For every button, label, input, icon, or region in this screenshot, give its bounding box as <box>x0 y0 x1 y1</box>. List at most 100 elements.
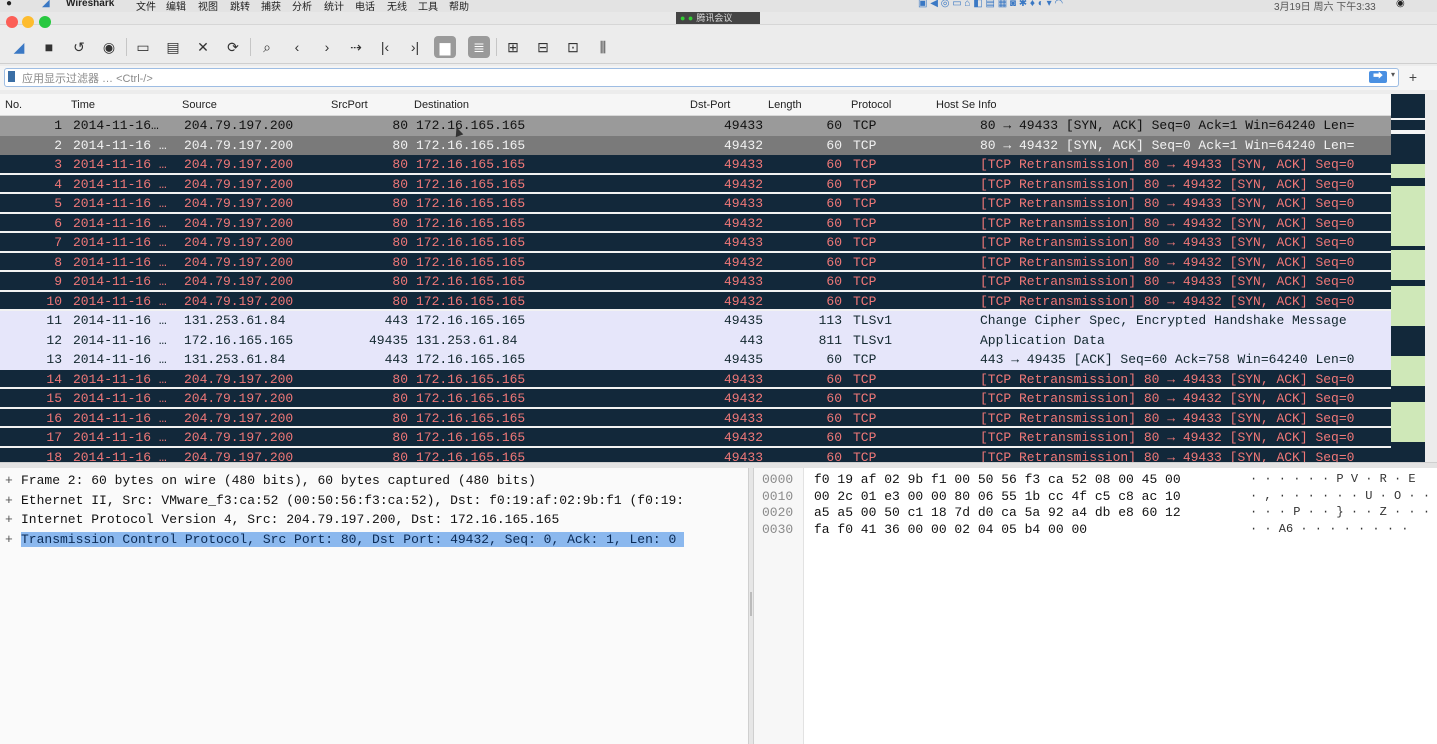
col-time[interactable]: Time <box>71 99 95 111</box>
apple-icon[interactable]: ● <box>6 0 12 9</box>
capture-options-icon[interactable]: ◉ <box>98 36 120 58</box>
zoom-window-icon[interactable] <box>39 16 51 28</box>
col-length[interactable]: Length <box>768 99 802 111</box>
close-window-icon[interactable] <box>6 16 18 28</box>
stop-capture-icon[interactable]: ■ <box>38 36 60 58</box>
packet-cell-dst: 172.16.165.165 <box>416 196 526 211</box>
packet-row[interactable]: 7 2014-11-16 … 204.79.197.200 80 172.16.165.… <box>0 233 1391 253</box>
expand-toggle-icon[interactable]: + <box>5 473 13 488</box>
detail-tree-item[interactable]: + Transmission Control Protocol, Src Port… <box>0 530 748 550</box>
colorize-icon[interactable]: ≣ <box>468 36 490 58</box>
menu-go[interactable]: 跳转 <box>230 0 250 12</box>
first-packet-icon[interactable]: |‹ <box>374 36 396 58</box>
menu-analyze[interactable]: 分析 <box>292 0 312 12</box>
minimize-window-icon[interactable] <box>22 16 34 28</box>
display-filter-input[interactable] <box>4 68 1399 87</box>
packet-bytes[interactable]: 0000 f0 19 af 02 9b f1 00 50 56 f3 ca 52 … <box>754 468 1437 744</box>
zoom-out-icon[interactable]: ⊟ <box>532 36 554 58</box>
packet-cell-proto: TCP <box>853 118 877 133</box>
expand-toggle-icon[interactable]: + <box>5 512 13 527</box>
packet-row[interactable]: 12 2014-11-16 … 172.16.165.165 49435 131.253… <box>0 330 1391 350</box>
packet-row[interactable]: 13 2014-11-16 … 131.253.61.84 443 172.16.165… <box>0 350 1391 370</box>
packet-list[interactable]: No. Time Source SrcPort Destination Dst-… <box>0 94 1391 462</box>
col-dstport[interactable]: Dst-Port <box>690 99 730 111</box>
apply-filter-button[interactable]: ⮕ <box>1369 71 1387 83</box>
menu-help[interactable]: 帮助 <box>449 0 469 12</box>
open-file-icon[interactable]: ▭ <box>132 36 154 58</box>
menu-tools[interactable]: 工具 <box>418 0 438 12</box>
packet-row[interactable]: 16 2014-11-16 … 204.79.197.200 80 172.16.165… <box>0 408 1391 428</box>
close-file-icon[interactable]: ✕ <box>192 36 214 58</box>
col-destination[interactable]: Destination <box>414 99 469 111</box>
hex-dump-ascii: · , · · · · · · U · O · · · · <box>1250 488 1437 503</box>
packet-cell-no: 6 <box>54 215 62 231</box>
packet-cell-time: 2014-11-16 … <box>73 274 167 289</box>
find-packet-icon[interactable]: ⌕ <box>256 36 278 58</box>
packet-cell-src: 131.253.61.84 <box>184 313 286 328</box>
packet-cell-dport: 49433 <box>723 274 763 289</box>
packet-row[interactable]: 8 2014-11-16 … 204.79.197.200 80 172.16.165.… <box>0 252 1391 272</box>
normal-size-icon[interactable]: ⊡ <box>562 36 584 58</box>
add-filter-button[interactable]: + <box>1405 68 1421 87</box>
detail-tree-item[interactable]: + Ethernet II, Src: VMware_f3:ca:52 (00:5… <box>0 491 748 511</box>
packet-row[interactable]: 4 2014-11-16 … 204.79.197.200 80 172.16.165.… <box>0 174 1391 194</box>
packet-cell-no: 13 <box>46 352 62 367</box>
packet-cell-dst: 172.16.165.165 <box>416 293 526 309</box>
packet-cell-sport: 49435 <box>368 332 408 348</box>
menu-app-name[interactable]: Wireshark <box>66 0 114 9</box>
col-protocol[interactable]: Protocol <box>851 99 891 111</box>
packet-row[interactable]: 15 2014-11-16 … 204.79.197.200 80 172.16.165… <box>0 389 1391 409</box>
menu-statistics[interactable]: 统计 <box>324 0 344 12</box>
status-tray-icons[interactable]: ▣ ◀ ◎ ▭ ⌂ ◧ ▤ ▦ ◙ ✱ ♦ ◐ ▾ ◠ <box>918 0 1063 9</box>
packet-cell-no: 5 <box>54 196 62 211</box>
packet-row[interactable]: 10 2014-11-16 … 204.79.197.200 80 172.16.165… <box>0 291 1391 311</box>
packet-cell-no: 3 <box>54 157 62 172</box>
col-info[interactable]: Host Se Info <box>936 99 997 111</box>
restart-capture-icon[interactable]: ↺ <box>68 36 90 58</box>
menu-file[interactable]: 文件 <box>136 0 156 12</box>
packet-row[interactable]: 5 2014-11-16 … 204.79.197.200 80 172.16.165.… <box>0 194 1391 214</box>
col-source[interactable]: Source <box>182 99 217 111</box>
packet-row[interactable]: 17 2014-11-16 … 204.79.197.200 80 172.16.165… <box>0 428 1391 448</box>
autoscroll-icon[interactable]: ▆ <box>434 36 456 58</box>
meeting-banner[interactable]: ● ● 腾讯会议 <box>676 12 760 24</box>
packet-row[interactable]: 3 2014-11-16 … 204.79.197.200 80 172.16.165.… <box>0 155 1391 175</box>
packet-minimap[interactable] <box>1391 94 1425 462</box>
go-forward-icon[interactable]: › <box>316 36 338 58</box>
menu-view[interactable]: 视图 <box>198 0 218 12</box>
save-file-icon[interactable]: ▤ <box>162 36 184 58</box>
packet-list-header: No. Time Source SrcPort Destination Dst-… <box>0 94 1391 116</box>
detail-tree-item[interactable]: + Internet Protocol Version 4, Src: 204.7… <box>0 510 748 530</box>
filter-bookmark-icon[interactable] <box>8 71 15 82</box>
packet-cell-sport: 443 <box>384 313 408 328</box>
packet-cell-len: 113 <box>818 313 842 328</box>
col-srcport[interactable]: SrcPort <box>331 99 368 111</box>
packet-cell-dst: 172.16.165.165 <box>416 274 526 289</box>
menu-wireless[interactable]: 无线 <box>387 0 407 12</box>
expand-toggle-icon[interactable]: + <box>5 493 13 508</box>
packet-row[interactable]: 11 2014-11-16 … 131.253.61.84 443 172.16.165… <box>0 311 1391 331</box>
resize-columns-icon[interactable]: ⫼ <box>592 36 614 58</box>
notification-icon[interactable]: ◉ <box>1396 0 1405 9</box>
zoom-in-icon[interactable]: ⊞ <box>502 36 524 58</box>
last-packet-icon[interactable]: ›| <box>404 36 426 58</box>
packet-details[interactable]: + Frame 2: 60 bytes on wire (480 bits), 6… <box>0 468 748 744</box>
packet-row[interactable]: 1 2014-11-16… 204.79.197.200 80 172.16.165.1… <box>0 116 1391 136</box>
detail-tree-item[interactable]: + Frame 2: 60 bytes on wire (480 bits), 6… <box>0 471 748 491</box>
menu-capture[interactable]: 捕获 <box>261 0 281 12</box>
packet-row[interactable]: 18 2014-11-16 … 204.79.197.200 80 172.16.165… <box>0 447 1391 462</box>
packet-row[interactable]: 9 2014-11-16 … 204.79.197.200 80 172.16.165.… <box>0 272 1391 292</box>
packet-row[interactable]: 14 2014-11-16 … 204.79.197.200 80 172.16.165… <box>0 369 1391 389</box>
col-no[interactable]: No. <box>5 99 22 111</box>
expand-toggle-icon[interactable]: + <box>5 532 13 547</box>
menu-telephony[interactable]: 电话 <box>355 0 375 12</box>
menu-edit[interactable]: 编辑 <box>166 0 186 12</box>
go-back-icon[interactable]: ‹ <box>286 36 308 58</box>
packet-row[interactable]: 2 2014-11-16 … 204.79.197.200 80 172.16.165.… <box>0 135 1391 155</box>
start-capture-icon[interactable]: ◢ <box>8 36 30 58</box>
menubar-clock[interactable]: 3月19日 周六 下午3:33 <box>1274 0 1376 12</box>
reload-file-icon[interactable]: ⟳ <box>222 36 244 58</box>
packet-row[interactable]: 6 2014-11-16 … 204.79.197.200 80 172.16.165.… <box>0 213 1391 233</box>
go-to-packet-icon[interactable]: ⇢ <box>345 36 367 58</box>
filter-history-dropdown-icon[interactable]: ▾ <box>1391 70 1395 79</box>
